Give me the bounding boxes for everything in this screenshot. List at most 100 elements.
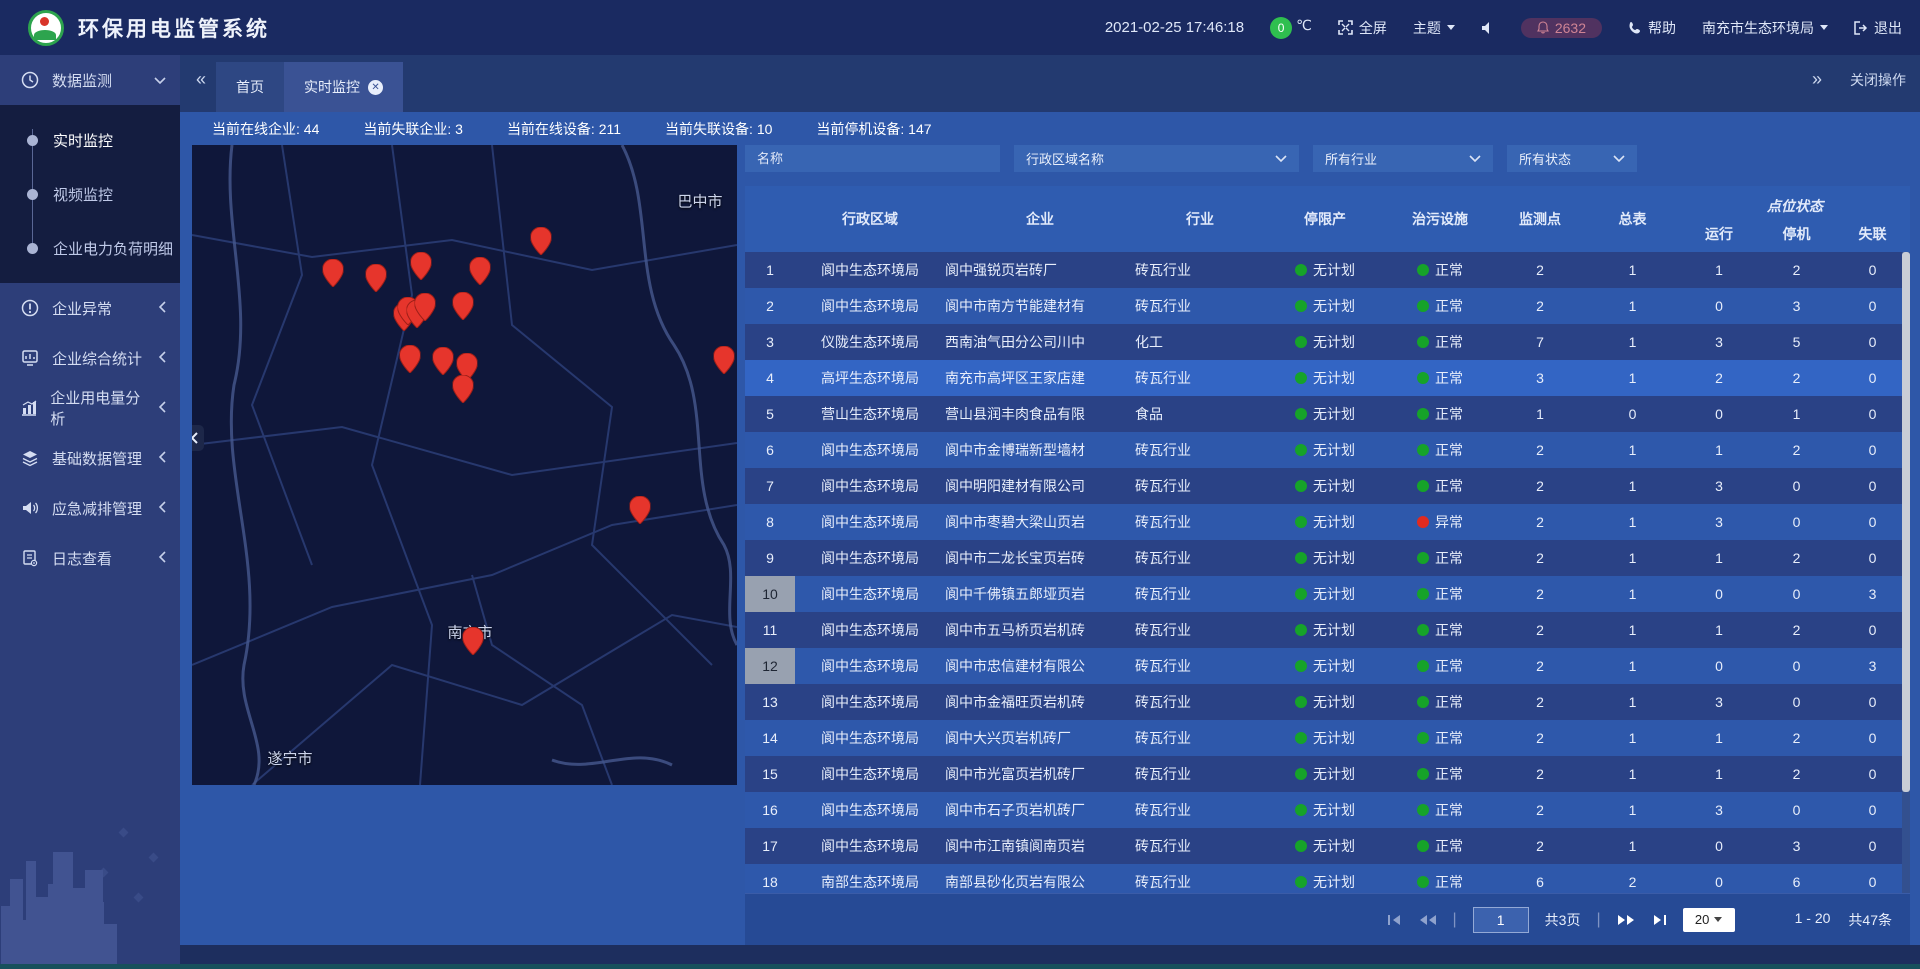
next-page-button[interactable] bbox=[1617, 914, 1635, 926]
map-pin-icon[interactable] bbox=[366, 264, 387, 297]
cell-plan: 无计划 bbox=[1265, 252, 1385, 288]
stat-2: 当前失联企业: 3 bbox=[363, 119, 463, 139]
table-row[interactable]: 5营山生态环境局营山县润丰肉食品有限食品无计划正常10010 bbox=[745, 396, 1910, 432]
fullscreen-button[interactable]: 全屏 bbox=[1338, 18, 1387, 38]
cell-facility: 正常 bbox=[1385, 864, 1495, 893]
map-pin-icon[interactable] bbox=[714, 346, 735, 379]
first-page-button[interactable] bbox=[1387, 914, 1403, 926]
table-row[interactable]: 9阆中生态环境局阆中市二龙长宝页岩砖砖瓦行业无计划正常21120 bbox=[745, 540, 1910, 576]
cell-industry: 砖瓦行业 bbox=[1135, 468, 1265, 504]
prev-page-button[interactable] bbox=[1419, 914, 1437, 926]
row-number: 17 bbox=[745, 828, 795, 864]
table-row[interactable]: 13阆中生态环境局阆中市金福旺页岩机砖砖瓦行业无计划正常21300 bbox=[745, 684, 1910, 720]
cell-plan: 无计划 bbox=[1265, 468, 1385, 504]
theme-dropdown[interactable]: 主题 bbox=[1413, 18, 1455, 38]
table-row[interactable]: 7阆中生态环境局阆中明阳建材有限公司砖瓦行业无计划正常21300 bbox=[745, 468, 1910, 504]
cell-region: 南部生态环境局 bbox=[795, 864, 945, 893]
table-row[interactable]: 14阆中生态环境局阆中大兴页岩机砖厂砖瓦行业无计划正常21120 bbox=[745, 720, 1910, 756]
table-row[interactable]: 18南部生态环境局南部县砂化页岩有限公砖瓦行业无计划正常62060 bbox=[745, 864, 1910, 893]
tab-realtime-monitoring[interactable]: 实时监控 ✕ bbox=[284, 62, 403, 112]
tab-close-icon[interactable]: ✕ bbox=[368, 80, 383, 95]
table-row[interactable]: 4高坪生态环境局南充市高坪区王家店建砖瓦行业无计划正常31220 bbox=[745, 360, 1910, 396]
cell-total: 1 bbox=[1585, 540, 1680, 576]
help-button[interactable]: 帮助 bbox=[1628, 18, 1676, 38]
cell-run: 3 bbox=[1680, 792, 1758, 828]
table-row[interactable]: 11阆中生态环境局阆中市五马桥页岩机砖砖瓦行业无计划正常21120 bbox=[745, 612, 1910, 648]
sidebar-subitem-2[interactable]: 视频监控 bbox=[0, 167, 180, 221]
status-dot-green bbox=[1417, 696, 1429, 708]
sidebar-item-7[interactable]: 日志查看 bbox=[0, 533, 180, 583]
table-row[interactable]: 12阆中生态环境局阆中市忠信建材有限公砖瓦行业无计划正常21003 bbox=[745, 648, 1910, 684]
cell-industry: 砖瓦行业 bbox=[1135, 360, 1265, 396]
tabs-scroll-right-icon[interactable]: » bbox=[1812, 69, 1822, 90]
industry-filter-select[interactable]: 所有行业 bbox=[1313, 145, 1493, 172]
table-row[interactable]: 16阆中生态环境局阆中市石子页岩机砖厂砖瓦行业无计划正常21300 bbox=[745, 792, 1910, 828]
map-panel[interactable]: 巴中市南充市遂宁市 bbox=[192, 145, 737, 785]
sidebar-subitem-1[interactable]: 实时监控 bbox=[0, 113, 180, 167]
cell-industry: 砖瓦行业 bbox=[1135, 576, 1265, 612]
page-size-select[interactable]: 20 bbox=[1683, 908, 1735, 932]
map-pin-icon[interactable] bbox=[453, 375, 474, 408]
app-logo-icon bbox=[28, 10, 64, 46]
sidebar-item-4[interactable]: 企业用电量分析 bbox=[0, 383, 180, 433]
log-icon bbox=[20, 549, 40, 567]
last-page-icon bbox=[1651, 914, 1667, 926]
cell-region: 营山生态环境局 bbox=[795, 396, 945, 432]
temperature-badge: 0 bbox=[1270, 17, 1292, 39]
map-pin-icon[interactable] bbox=[463, 627, 484, 660]
scrollbar-thumb[interactable] bbox=[1902, 252, 1910, 792]
notification-badge[interactable]: 2632 bbox=[1521, 18, 1602, 38]
cell-region: 阆中生态环境局 bbox=[795, 576, 945, 612]
table-row[interactable]: 3仪陇生态环境局西南油气田分公司川中化工无计划正常71350 bbox=[745, 324, 1910, 360]
cell-facility: 正常 bbox=[1385, 684, 1495, 720]
tab-home[interactable]: 首页 bbox=[216, 62, 284, 112]
cell-total: 0 bbox=[1585, 396, 1680, 432]
cell-monitor: 2 bbox=[1495, 828, 1585, 864]
sidebar-submenu: 实时监控视频监控企业电力负荷明细 bbox=[0, 105, 180, 283]
status-dot-green bbox=[1417, 336, 1429, 348]
col-stop: 停机 bbox=[1758, 216, 1835, 252]
map-pin-icon[interactable] bbox=[415, 293, 436, 326]
table-row[interactable]: 8阆中生态环境局阆中市枣碧大梁山页岩砖瓦行业无计划异常21300 bbox=[745, 504, 1910, 540]
cell-total: 1 bbox=[1585, 360, 1680, 396]
cell-facility: 异常 bbox=[1385, 504, 1495, 540]
map-pin-icon[interactable] bbox=[323, 259, 344, 292]
sound-toggle[interactable] bbox=[1481, 21, 1495, 35]
map-pin-icon[interactable] bbox=[411, 252, 432, 285]
logout-button[interactable]: 退出 bbox=[1854, 18, 1902, 38]
sidebar-item-2[interactable]: 企业异常 bbox=[0, 283, 180, 333]
sidebar-item-5[interactable]: 基础数据管理 bbox=[0, 433, 180, 483]
cell-company: 南充市高坪区王家店建 bbox=[945, 360, 1135, 396]
map-pin-icon[interactable] bbox=[400, 345, 421, 378]
tabs-scroll-left-icon[interactable]: « bbox=[196, 69, 206, 90]
region-filter-select[interactable]: 行政区域名称 bbox=[1014, 145, 1299, 172]
close-operations-button[interactable]: 关闭操作 bbox=[1850, 70, 1906, 90]
status-dot-green bbox=[1295, 696, 1307, 708]
map-pin-icon[interactable] bbox=[630, 496, 651, 529]
name-filter-input[interactable] bbox=[757, 151, 988, 166]
table-scrollbar[interactable] bbox=[1902, 252, 1910, 893]
sidebar-subitem-3[interactable]: 企业电力负荷明细 bbox=[0, 221, 180, 275]
map-pin-icon[interactable] bbox=[433, 347, 454, 380]
map-pin-icon[interactable] bbox=[531, 227, 552, 260]
map-collapse-button[interactable] bbox=[192, 425, 204, 451]
status-dot-green bbox=[1295, 588, 1307, 600]
sidebar-item-6[interactable]: 应急减排管理 bbox=[0, 483, 180, 533]
map-pin-icon[interactable] bbox=[470, 257, 491, 290]
cell-monitor: 2 bbox=[1495, 612, 1585, 648]
sidebar-item-1[interactable]: 数据监测 bbox=[0, 55, 180, 105]
table-row[interactable]: 15阆中生态环境局阆中市光富页岩机砖厂砖瓦行业无计划正常21120 bbox=[745, 756, 1910, 792]
table-row[interactable]: 10阆中生态环境局阆中千佛镇五郎垭页岩砖瓦行业无计划正常21003 bbox=[745, 576, 1910, 612]
map-pin-icon[interactable] bbox=[453, 292, 474, 325]
table-row[interactable]: 1阆中生态环境局阆中强锐页岩砖厂砖瓦行业无计划正常21120 bbox=[745, 252, 1910, 288]
table-row[interactable]: 17阆中生态环境局阆中市江南镇阆南页岩砖瓦行业无计划正常21030 bbox=[745, 828, 1910, 864]
table-row[interactable]: 6阆中生态环境局阆中市金博瑞新型墙材砖瓦行业无计划正常21120 bbox=[745, 432, 1910, 468]
status-dot-green bbox=[1295, 624, 1307, 636]
sidebar-item-3[interactable]: 企业综合统计 bbox=[0, 333, 180, 383]
last-page-button[interactable] bbox=[1651, 914, 1667, 926]
page-number-input[interactable]: 1 bbox=[1473, 907, 1529, 933]
table-row[interactable]: 2阆中生态环境局阆中市南方节能建材有砖瓦行业无计划正常21030 bbox=[745, 288, 1910, 324]
status-filter-select[interactable]: 所有状态 bbox=[1507, 145, 1637, 172]
table-body[interactable]: 1阆中生态环境局阆中强锐页岩砖厂砖瓦行业无计划正常211202阆中生态环境局阆中… bbox=[745, 252, 1910, 893]
org-dropdown[interactable]: 南充市生态环境局 bbox=[1702, 18, 1828, 38]
